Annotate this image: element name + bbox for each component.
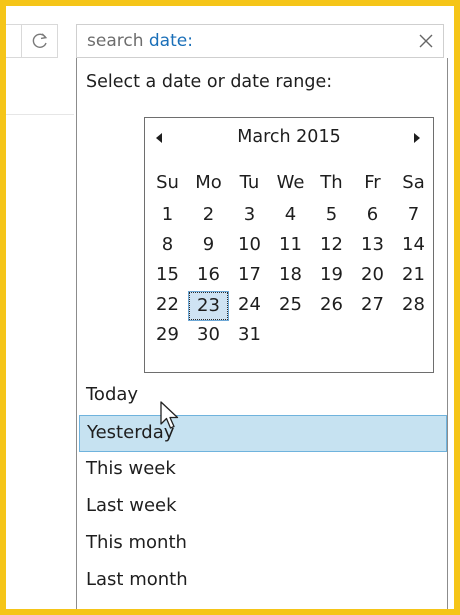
preset-yesterday[interactable]: Yesterday xyxy=(79,415,447,452)
calendar-week: 29 30 31 xyxy=(147,321,434,351)
calendar-day[interactable]: 10 xyxy=(229,231,270,261)
calendar-week: 22 23 24 25 26 27 28 xyxy=(147,291,434,321)
calendar-day[interactable]: 4 xyxy=(270,201,311,231)
calendar-day[interactable]: 26 xyxy=(311,291,352,321)
calendar-day[interactable]: 25 xyxy=(270,291,311,321)
close-icon xyxy=(419,34,433,48)
next-month-button[interactable] xyxy=(409,130,425,146)
calendar-day[interactable]: 19 xyxy=(311,261,352,291)
weekday-label: Fr xyxy=(364,172,381,193)
dropdown-prompt: Select a date or date range: xyxy=(86,72,333,92)
explorer-left-pane xyxy=(6,6,74,609)
preset-today[interactable]: Today xyxy=(77,378,449,415)
weekday-header: Su Mo Tu We Th Fr Sa xyxy=(147,172,434,193)
calendar-day[interactable]: 5 xyxy=(311,201,352,231)
calendar-day[interactable]: 6 xyxy=(352,201,393,231)
calendar-day[interactable]: 13 xyxy=(352,231,393,261)
weekday-label: Sa xyxy=(402,172,425,193)
calendar-day[interactable]: 15 xyxy=(147,261,188,291)
preset-last-week[interactable]: Last week xyxy=(77,489,449,526)
calendar-day-empty xyxy=(270,321,311,351)
calendar-day[interactable]: 28 xyxy=(393,291,434,321)
calendar-day[interactable]: 31 xyxy=(229,321,270,351)
search-prefix: search xyxy=(87,31,149,51)
weekday-label: Th xyxy=(320,172,343,193)
calendar-day[interactable]: 1 xyxy=(147,201,188,231)
calendar-day[interactable]: 29 xyxy=(147,321,188,351)
calendar-day[interactable]: 2 xyxy=(188,201,229,231)
calendar-week: 1234567 xyxy=(147,201,434,231)
search-input[interactable]: search date: xyxy=(76,24,444,58)
search-query: search date: xyxy=(77,31,193,51)
calendar: March 2015 Su Mo Tu We Th Fr Sa 12345678… xyxy=(144,117,434,373)
refresh-button[interactable] xyxy=(22,24,58,58)
calendar-day-empty xyxy=(352,321,393,351)
weekday-label: Mo xyxy=(195,172,222,193)
calendar-day[interactable]: 9 xyxy=(188,231,229,261)
calendar-day[interactable]: 18 xyxy=(270,261,311,291)
address-bar-end[interactable] xyxy=(6,24,22,58)
calendar-day[interactable]: 8 xyxy=(147,231,188,261)
calendar-day[interactable]: 12 xyxy=(311,231,352,261)
calendar-day[interactable]: 24 xyxy=(229,291,270,321)
calendar-day[interactable]: 3 xyxy=(229,201,270,231)
divider xyxy=(6,114,74,115)
calendar-week: 15 16 17 18 19 20 21 xyxy=(147,261,434,291)
preset-this-week[interactable]: This week xyxy=(77,452,449,489)
calendar-grid: 1 2 3 4 5 6 7 8 9 10 11 12 13 14 15 16 17 18 19 20 21 22 23 24 2… xyxy=(147,201,434,351)
date-filter-dropdown: Select a date or date range: March 2015 … xyxy=(76,58,448,609)
preset-this-month[interactable]: This month xyxy=(77,526,449,563)
calendar-day[interactable]: 14 xyxy=(393,231,434,261)
next-month-icon xyxy=(414,133,420,143)
weekday-label: Tu xyxy=(239,172,260,193)
calendar-day[interactable]: 17 xyxy=(229,261,270,291)
calendar-day[interactable]: 11 xyxy=(270,231,311,261)
weekday-label: We xyxy=(276,172,305,193)
window-frame: search date: Select a date or date range… xyxy=(6,6,454,609)
mouse-pointer-icon xyxy=(160,401,179,429)
calendar-day[interactable]: 22 xyxy=(147,291,188,321)
search-keyword: date: xyxy=(148,31,193,51)
clear-search-button[interactable] xyxy=(417,32,435,50)
calendar-day-empty xyxy=(393,321,434,351)
calendar-day[interactable]: 16 xyxy=(188,261,229,291)
preset-last-month[interactable]: Last month xyxy=(77,563,449,600)
calendar-day-selected[interactable]: 23 xyxy=(188,291,229,321)
calendar-day[interactable]: 27 xyxy=(352,291,393,321)
refresh-icon xyxy=(32,33,47,48)
calendar-day[interactable]: 20 xyxy=(352,261,393,291)
calendar-day[interactable]: 7 xyxy=(393,201,434,231)
calendar-day-empty xyxy=(311,321,352,351)
weekday-label: Su xyxy=(156,172,179,193)
calendar-week: 8 9 10 11 12 13 14 xyxy=(147,231,434,261)
calendar-month-title[interactable]: March 2015 xyxy=(145,127,433,147)
calendar-day[interactable]: 21 xyxy=(393,261,434,291)
date-preset-list: Today Yesterday This week Last week This mon… xyxy=(77,378,449,600)
calendar-day[interactable]: 30 xyxy=(188,321,229,351)
